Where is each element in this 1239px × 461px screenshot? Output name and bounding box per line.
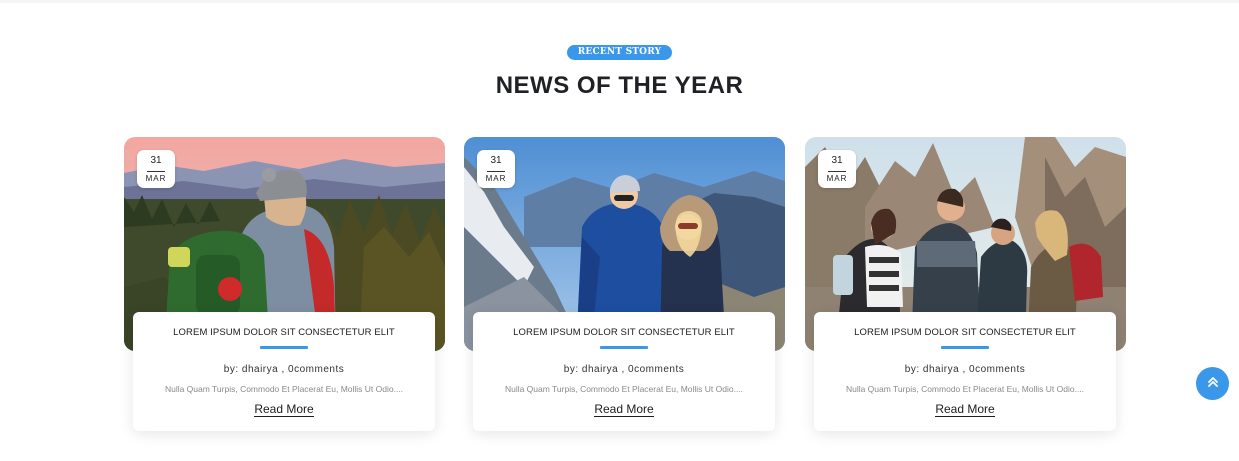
date-day: 31 [150,155,162,166]
news-section: RECENT STORY NEWS OF THE YEAR 31 MAR LOR… [0,0,1239,461]
title-underline [941,346,989,349]
date-month: MAR [485,174,507,183]
read-more-link[interactable]: Read More [254,403,314,417]
date-month: MAR [826,174,848,183]
date-day: 31 [490,155,502,166]
news-card: 31 MAR LOREM IPSUM DOLOR SIT CONSECTETUR… [805,137,1127,437]
card-title[interactable]: LOREM IPSUM DOLOR SIT CONSECTETUR ELIT [473,327,775,338]
recent-story-badge: RECENT STORY [566,45,673,60]
date-badge: 31 MAR [477,150,515,188]
card-excerpt: Nulla Quam Turpis, Commodo Et Placerat E… [504,384,744,394]
news-card: 31 MAR LOREM IPSUM DOLOR SIT CONSECTETUR… [464,137,786,437]
date-badge: 31 MAR [137,150,175,188]
card-excerpt: Nulla Quam Turpis, Commodo Et Placerat E… [164,384,404,394]
date-divider [487,171,505,172]
card-meta: by: dhairya , 0comments [223,364,345,375]
card-title[interactable]: LOREM IPSUM DOLOR SIT CONSECTETUR ELIT [133,327,435,338]
card-title[interactable]: LOREM IPSUM DOLOR SIT CONSECTETUR ELIT [814,327,1116,338]
title-underline [600,346,648,349]
date-divider [147,171,165,172]
date-month: MAR [145,174,167,183]
read-more-link[interactable]: Read More [935,403,995,417]
card-body: LOREM IPSUM DOLOR SIT CONSECTETUR ELIT b… [133,312,435,431]
date-divider [828,171,846,172]
card-meta: by: dhairya , 0comments [904,364,1026,375]
date-day: 31 [831,155,843,166]
double-chevron-up-icon [1207,375,1219,393]
top-divider [0,0,1239,3]
card-body: LOREM IPSUM DOLOR SIT CONSECTETUR ELIT b… [473,312,775,431]
date-badge: 31 MAR [818,150,856,188]
card-excerpt: Nulla Quam Turpis, Commodo Et Placerat E… [845,384,1085,394]
card-meta: by: dhairya , 0comments [563,364,685,375]
section-header: RECENT STORY NEWS OF THE YEAR [0,41,1239,100]
card-body: LOREM IPSUM DOLOR SIT CONSECTETUR ELIT b… [814,312,1116,431]
section-title: NEWS OF THE YEAR [495,72,744,99]
read-more-link[interactable]: Read More [594,403,654,417]
news-card: 31 MAR LOREM IPSUM DOLOR SIT CONSECTETUR… [124,137,446,437]
scroll-to-top-button[interactable] [1196,367,1229,400]
title-underline [260,346,308,349]
